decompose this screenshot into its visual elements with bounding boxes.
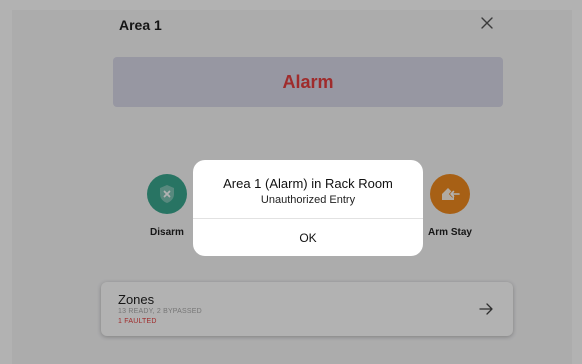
dialog-message: Unauthorized Entry: [260, 194, 356, 206]
ok-button[interactable]: OK: [193, 219, 423, 256]
dialog-title: Area 1 (Alarm) in Rack Room: [223, 176, 393, 191]
alarm-dialog: Area 1 (Alarm) in Rack Room Unauthorized…: [193, 160, 423, 256]
